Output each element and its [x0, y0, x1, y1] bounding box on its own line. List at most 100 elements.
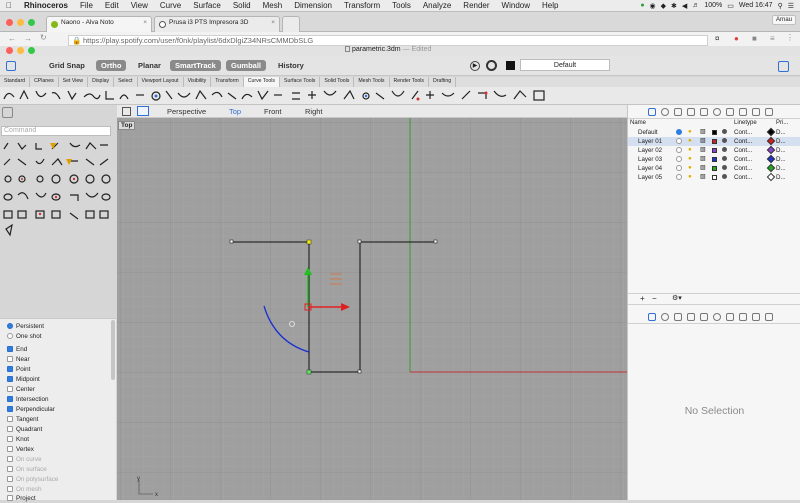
- tab-surface-tools[interactable]: Surface Tools: [280, 77, 321, 87]
- osnap-on-surface[interactable]: On surface: [7, 464, 47, 474]
- extension-red-icon[interactable]: ●: [734, 34, 739, 43]
- menu-analyze[interactable]: Analyze: [417, 1, 457, 10]
- material-sphere-icon[interactable]: [722, 156, 727, 161]
- notifications-icon[interactable]: ◉: [650, 2, 656, 10]
- named-cplanes-icon[interactable]: [687, 108, 695, 116]
- control-point[interactable]: [357, 239, 362, 244]
- osnap-one-shot[interactable]: One shot: [7, 331, 42, 341]
- layer-row[interactable]: Layer 01 ● ▧ Cont... D...: [628, 136, 800, 146]
- lightbulb-icon[interactable]: ●: [688, 128, 692, 135]
- layer-row[interactable]: Layer 05 ● ▧ Cont... D...: [628, 172, 800, 182]
- mode-grid-snap[interactable]: Grid Snap: [44, 60, 90, 71]
- menu-tools[interactable]: Tools: [386, 1, 417, 10]
- sidebar-toggle-left-icon[interactable]: [6, 61, 16, 71]
- tab-curve-tools[interactable]: Curve Tools: [243, 77, 281, 87]
- dropbox-icon[interactable]: ◆: [661, 2, 666, 10]
- layer-row[interactable]: Default ● ▧ Cont... D...: [628, 127, 800, 137]
- object-info-icon[interactable]: [752, 313, 760, 321]
- lock-open-icon[interactable]: ▧: [700, 137, 706, 144]
- grid-icon[interactable]: [726, 108, 734, 116]
- reload-icon[interactable]: ↻: [40, 33, 47, 42]
- left-panel-grip-icon[interactable]: [2, 107, 13, 118]
- osnap-point[interactable]: Point: [7, 364, 30, 374]
- layer-color-swatch[interactable]: [712, 130, 717, 135]
- material-sphere-icon[interactable]: [722, 174, 727, 179]
- material-sphere-icon[interactable]: [722, 165, 727, 170]
- tab-mesh-tools[interactable]: Mesh Tools: [354, 77, 390, 87]
- close-window-icon[interactable]: [6, 19, 13, 26]
- mode-history[interactable]: History: [273, 60, 309, 71]
- extension-grey-icon[interactable]: ■: [752, 34, 757, 43]
- tab-close-icon[interactable]: ×: [143, 19, 147, 26]
- tab-drafting[interactable]: Drafting: [429, 77, 457, 87]
- material-sphere-icon[interactable]: [722, 138, 727, 143]
- osnap-vertex[interactable]: Vertex: [7, 444, 34, 454]
- print-color-swatch[interactable]: [766, 172, 776, 182]
- top-viewport[interactable]: y x: [117, 118, 627, 500]
- osnap-on-polysurface[interactable]: On polysurface: [7, 474, 58, 484]
- layer-row[interactable]: Layer 03 ● ▧ Cont... D...: [628, 154, 800, 164]
- print-color-swatch[interactable]: [766, 154, 776, 164]
- object-info-icon[interactable]: [752, 108, 760, 116]
- menu-view[interactable]: View: [125, 1, 154, 10]
- lock-open-icon[interactable]: ▧: [700, 155, 706, 162]
- camera-icon[interactable]: [700, 108, 708, 116]
- current-layer-icon[interactable]: [676, 129, 682, 135]
- volume-icon[interactable]: ♬: [692, 2, 699, 9]
- extension-icon[interactable]: ¤: [715, 34, 719, 43]
- selected-point[interactable]: [306, 369, 312, 375]
- viewport-tab-perspective[interactable]: Perspective: [167, 107, 206, 116]
- materials-icon[interactable]: [661, 108, 669, 116]
- tab-standard[interactable]: Standard: [0, 77, 31, 87]
- menu-dimension[interactable]: Dimension: [288, 1, 338, 10]
- osnap-on-curve[interactable]: On curve: [7, 454, 42, 464]
- clock[interactable]: Wed 16:47: [739, 2, 773, 9]
- menu-help[interactable]: Help: [536, 1, 564, 10]
- grid-icon[interactable]: [726, 313, 734, 321]
- osnap-intersection[interactable]: Intersection: [7, 394, 49, 404]
- layer-linetype[interactable]: Cont...: [734, 174, 752, 181]
- layer-print-width[interactable]: D...: [776, 147, 786, 154]
- current-layer-icon[interactable]: [676, 156, 682, 162]
- layers-panel-icon[interactable]: [648, 313, 656, 321]
- osnap-midpoint[interactable]: Midpoint: [7, 374, 40, 384]
- render-icon[interactable]: [713, 108, 721, 116]
- osnap-knot[interactable]: Knot: [7, 434, 29, 444]
- current-layer-icon[interactable]: [676, 165, 682, 171]
- lightbulb-icon[interactable]: ●: [688, 137, 692, 144]
- named-cplanes-icon[interactable]: [687, 313, 695, 321]
- curve-tool-icons[interactable]: [0, 87, 560, 105]
- current-layer-field[interactable]: Default: [520, 59, 610, 71]
- control-point[interactable]: [357, 369, 362, 374]
- tab-select[interactable]: Select: [114, 77, 138, 87]
- tab-display[interactable]: Display: [88, 77, 115, 87]
- command-input[interactable]: Command: [1, 126, 111, 136]
- layer-color-swatch[interactable]: [712, 175, 717, 180]
- osnap-quadrant[interactable]: Quadrant: [7, 424, 42, 434]
- lock-open-icon[interactable]: ▧: [700, 164, 706, 171]
- sidebar-toggle-right-icon[interactable]: [778, 61, 789, 72]
- mode-planar[interactable]: Planar: [133, 60, 166, 71]
- layer-linetype[interactable]: Cont...: [734, 138, 752, 145]
- layers-panel-icon[interactable]: [648, 108, 656, 116]
- layer-color-swatch[interactable]: [712, 148, 717, 153]
- material-sphere-icon[interactable]: [722, 147, 727, 152]
- osnap-center[interactable]: Center: [7, 384, 35, 394]
- lightbulb-icon[interactable]: ●: [688, 146, 692, 153]
- osnap-perpendicular[interactable]: Perpendicular: [7, 404, 55, 414]
- search-icon[interactable]: ⚲: [778, 2, 783, 10]
- layer-row[interactable]: Layer 04 ● ▧ Cont... D...: [628, 163, 800, 173]
- tab-visibility[interactable]: Visibility: [184, 77, 212, 87]
- layer-color-swatch[interactable]: [712, 139, 717, 144]
- target-icon[interactable]: [486, 60, 497, 71]
- list-icon[interactable]: ☰: [788, 2, 794, 10]
- current-layer-icon[interactable]: [676, 174, 682, 180]
- browser-tab-spotify[interactable]: Naono - Alva Noto ×: [46, 16, 152, 32]
- print-color-swatch[interactable]: [766, 127, 776, 137]
- browser-user-chip[interactable]: Arnau: [771, 15, 796, 25]
- layer-linetype[interactable]: Cont...: [734, 147, 752, 154]
- tab-transform[interactable]: Transform: [211, 77, 244, 87]
- tab-set-view[interactable]: Set View: [59, 77, 89, 87]
- back-arrow-icon[interactable]: ←: [8, 34, 16, 43]
- help-panel-icon[interactable]: [765, 108, 773, 116]
